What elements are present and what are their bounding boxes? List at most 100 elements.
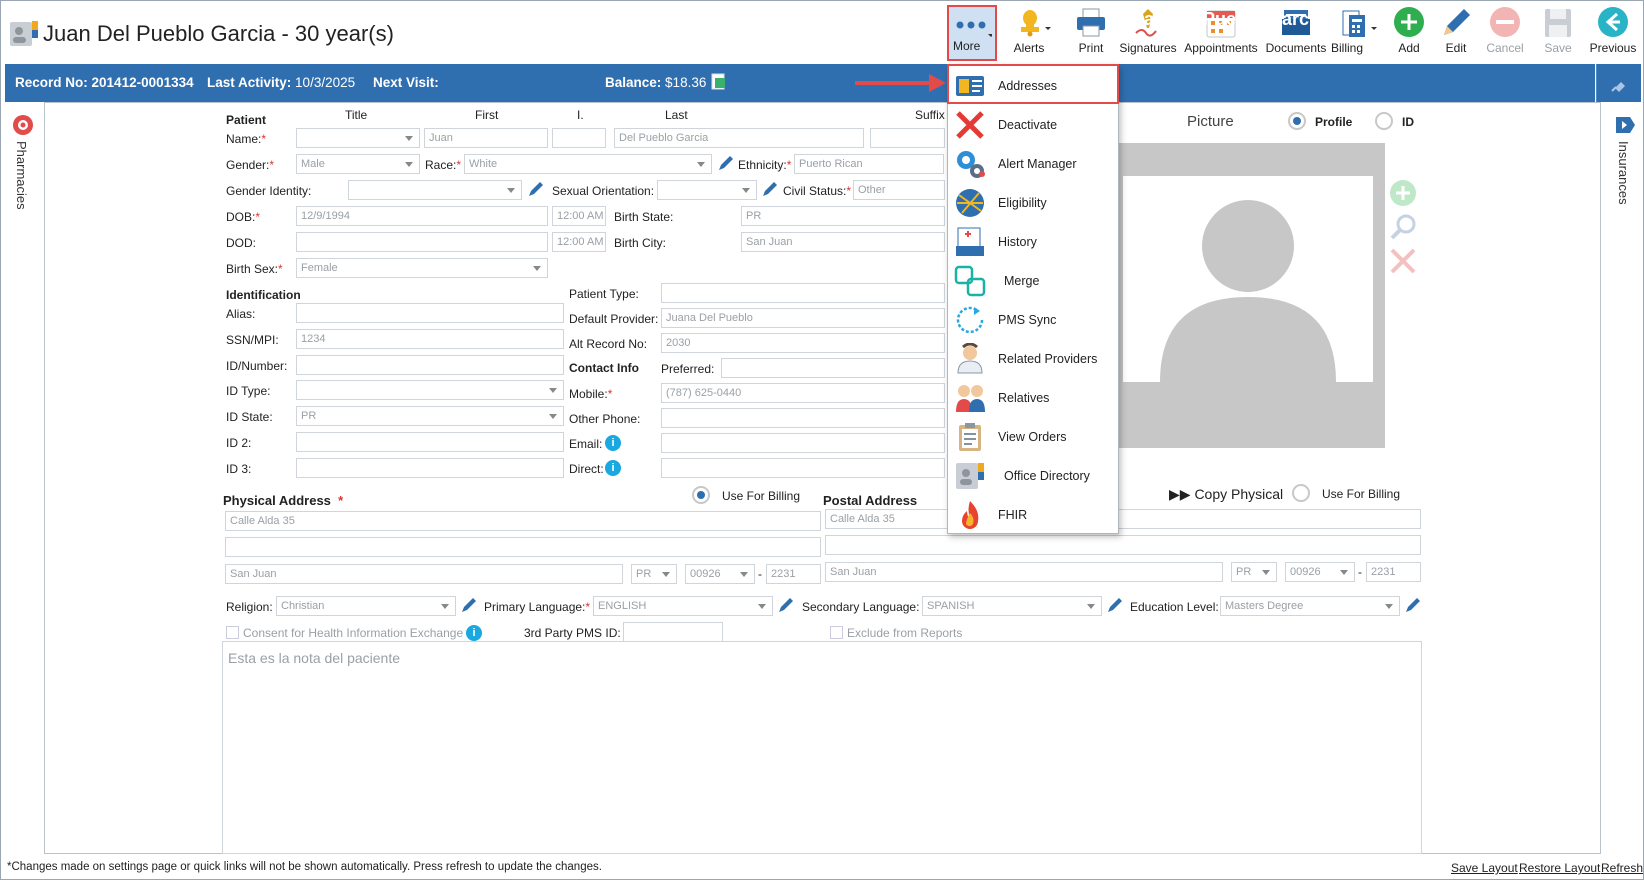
birth-state-field[interactable]: PR [741, 206, 945, 226]
insurances-tab[interactable]: Insurances [1616, 141, 1631, 205]
default-provider-field[interactable]: Juana Del Pueblo [661, 308, 945, 328]
menu-item-related-providers[interactable]: Related Providers [948, 339, 1118, 378]
exclude-reports-checkbox[interactable] [830, 626, 843, 639]
alt-record-field[interactable]: 2030 [661, 333, 945, 353]
alias-field[interactable] [296, 303, 564, 323]
first-name-field[interactable]: Juan [424, 128, 548, 148]
copy-physical-button[interactable]: ▶▶ Copy Physical [1169, 486, 1283, 503]
id-number-field[interactable] [296, 355, 564, 375]
menu-item-pms-sync[interactable]: PMS Sync [948, 300, 1118, 339]
edit-race-pencil-icon[interactable] [717, 154, 735, 172]
primary-language-select[interactable]: ENGLISH [593, 596, 773, 616]
education-level-select[interactable]: Masters Degree [1220, 596, 1400, 616]
physical-state-select[interactable]: PR [631, 564, 677, 584]
add-picture-icon[interactable] [1389, 179, 1417, 212]
billing-button[interactable]: Billing [1329, 5, 1385, 61]
pharmacies-icon[interactable] [11, 113, 35, 142]
title-select[interactable] [296, 128, 420, 148]
edit-education-pencil-icon[interactable] [1404, 596, 1422, 614]
postal-use-for-billing-radio[interactable] [1292, 484, 1310, 502]
close-record-button[interactable]: × [1578, 10, 1588, 30]
email-field[interactable] [661, 433, 945, 453]
previous-button[interactable]: Previous [1589, 5, 1637, 61]
physical-street-field[interactable]: Calle Alda 35 [225, 511, 821, 531]
insurances-icon[interactable] [1613, 113, 1637, 142]
add-button[interactable]: Add [1389, 5, 1429, 61]
menu-item-history[interactable]: History [948, 222, 1118, 261]
dod-field[interactable] [296, 232, 548, 252]
id-state-select[interactable]: PR [296, 406, 564, 426]
patient-notes-textarea[interactable]: Esta es la nota del paciente [222, 641, 1422, 854]
physical-use-for-billing-radio[interactable] [692, 486, 710, 504]
preferred-field[interactable] [721, 358, 945, 378]
edit-button[interactable]: Edit [1436, 5, 1476, 61]
restore-layout-link[interactable]: Restore Layout [1519, 861, 1600, 875]
id2-field[interactable] [296, 432, 564, 452]
direct-field[interactable] [661, 458, 945, 478]
menu-item-eligibility[interactable]: Eligibility [948, 183, 1118, 222]
pms-id-field[interactable] [623, 622, 723, 642]
save-layout-link[interactable]: Save Layout [1451, 861, 1518, 875]
cancel-button[interactable]: Cancel [1483, 5, 1527, 61]
birth-city-field[interactable]: San Juan [741, 232, 945, 252]
middle-initial-field[interactable] [552, 128, 606, 148]
id-type-select[interactable] [296, 380, 564, 400]
print-button[interactable]: Print [1066, 5, 1116, 61]
edit-gender-identity-pencil-icon[interactable] [527, 180, 545, 198]
direct-info-icon[interactable]: i [605, 460, 621, 476]
menu-item-deactivate[interactable]: Deactivate [948, 105, 1118, 144]
gender-identity-select[interactable] [348, 180, 522, 200]
edit-religion-pencil-icon[interactable] [460, 596, 478, 614]
postal-zip4-field[interactable]: 2231 [1366, 562, 1421, 582]
alerts-button[interactable]: Alerts [1004, 5, 1054, 61]
menu-item-merge[interactable]: Merge [948, 261, 1118, 300]
dob-field[interactable]: 12/9/1994 [296, 206, 548, 226]
last-name-field[interactable]: Del Pueblo Garcia [614, 128, 864, 148]
postal-state-select[interactable]: PR [1231, 562, 1277, 582]
more-button[interactable]: More [947, 5, 997, 61]
ssn-field[interactable]: 1234 [296, 329, 564, 349]
picture-profile-radio[interactable] [1288, 112, 1306, 130]
edit-sexual-orientation-pencil-icon[interactable] [761, 180, 779, 198]
refresh-link[interactable]: Refresh [1601, 861, 1643, 875]
delete-picture-icon[interactable] [1389, 247, 1417, 280]
postal-zip-select[interactable]: 00926 [1285, 562, 1355, 582]
gender-select[interactable]: Male [296, 154, 420, 174]
pin-panel-button[interactable] [1596, 64, 1641, 102]
email-info-icon[interactable]: i [605, 435, 621, 451]
suffix-field[interactable] [870, 128, 945, 148]
pharmacies-tab[interactable]: Pharmacies [14, 141, 29, 210]
dod-time-field[interactable]: 12:00 AM [552, 232, 606, 252]
postal-street2-field[interactable] [825, 535, 1421, 555]
consent-checkbox[interactable] [226, 626, 239, 639]
physical-street2-field[interactable] [225, 537, 821, 557]
menu-item-view-orders[interactable]: View Orders [948, 417, 1118, 456]
save-button[interactable]: Save [1538, 5, 1578, 61]
zoom-picture-icon[interactable] [1389, 213, 1417, 246]
balance-document-icon[interactable] [711, 73, 727, 94]
id3-field[interactable] [296, 458, 564, 478]
menu-item-fhir[interactable]: FHIR [948, 495, 1118, 534]
menu-item-office-directory[interactable]: Office Directory [948, 456, 1118, 495]
menu-item-relatives[interactable]: Relatives [948, 378, 1118, 417]
physical-zip4-field[interactable]: 2231 [766, 564, 821, 584]
civil-status-field[interactable]: Other [853, 180, 945, 200]
physical-zip-select[interactable]: 00926 [685, 564, 755, 584]
secondary-language-select[interactable]: SPANISH [922, 596, 1102, 616]
race-select[interactable]: White [464, 154, 712, 174]
picture-id-radio[interactable] [1375, 112, 1393, 130]
sexual-orientation-select[interactable] [657, 180, 757, 200]
mobile-field[interactable]: (787) 625-0440 [661, 383, 945, 403]
postal-street-field[interactable]: Calle Alda 35 [825, 509, 1421, 529]
ethnicity-field[interactable]: Puerto Rican [794, 154, 944, 174]
birth-sex-select[interactable]: Female [296, 258, 548, 278]
dob-time-field[interactable]: 12:00 AM [552, 206, 606, 226]
physical-city-field[interactable]: San Juan [225, 564, 623, 584]
consent-info-icon[interactable]: i [466, 625, 482, 641]
postal-city-field[interactable]: San Juan [825, 562, 1223, 582]
patient-type-field[interactable] [661, 283, 945, 303]
edit-primary-language-pencil-icon[interactable] [777, 596, 795, 614]
other-phone-field[interactable] [661, 408, 945, 428]
menu-item-alert-manager[interactable]: Alert Manager [948, 144, 1118, 183]
edit-secondary-language-pencil-icon[interactable] [1106, 596, 1124, 614]
